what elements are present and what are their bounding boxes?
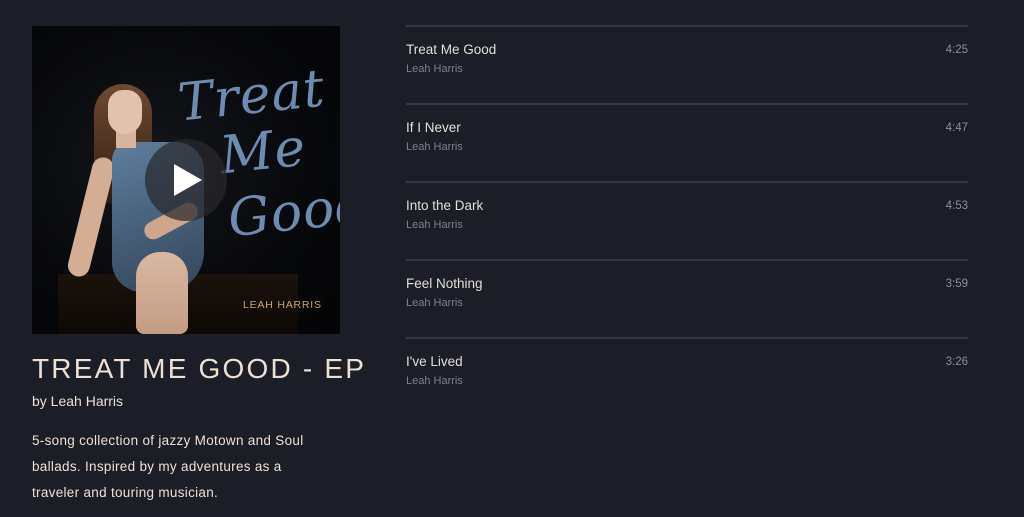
track-title: Feel Nothing: [406, 276, 483, 291]
cover-title-script: Me: [217, 117, 309, 187]
track-row[interactable]: Treat Me Good Leah Harris 4:25: [406, 25, 968, 103]
album-artist-byline: by Leah Harris: [32, 393, 124, 409]
track-duration: 4:47: [945, 122, 968, 134]
music-page: Treat Me Good LEAH HARRIS TREAT ME GOOD …: [0, 0, 1024, 517]
track-duration: 4:53: [945, 200, 968, 212]
track-duration: 4:25: [945, 44, 968, 56]
play-button[interactable]: [145, 139, 227, 221]
track-artist: Leah Harris: [406, 297, 463, 309]
track-row[interactable]: Feel Nothing Leah Harris 3:59: [406, 259, 968, 337]
track-duration: 3:26: [945, 356, 968, 368]
cover-figure-legs: [136, 252, 188, 334]
track-row[interactable]: Into the Dark Leah Harris 4:53: [406, 181, 968, 259]
album-description: 5-song collection of jazzy Motown and So…: [32, 433, 304, 500]
album-title: TREAT ME GOOD - EP: [32, 353, 367, 384]
track-title: Treat Me Good: [406, 42, 497, 57]
cover-artist-name: LEAH HARRIS: [243, 299, 322, 311]
cover-title-script: Good: [225, 174, 340, 250]
track-title: If I Never: [406, 120, 461, 135]
track-artist: Leah Harris: [406, 141, 463, 153]
album-panel: Treat Me Good LEAH HARRIS TREAT ME GOOD …: [32, 26, 367, 506]
tracklist: Treat Me Good Leah Harris 4:25 If I Neve…: [406, 25, 968, 415]
track-row[interactable]: I've Lived Leah Harris 3:26: [406, 337, 968, 415]
track-artist: Leah Harris: [406, 375, 463, 387]
track-artist: Leah Harris: [406, 219, 463, 231]
cover-figure-face: [108, 90, 142, 134]
track-artist: Leah Harris: [406, 63, 463, 75]
play-icon: [174, 164, 202, 196]
album-cover[interactable]: Treat Me Good LEAH HARRIS: [32, 26, 340, 334]
track-title: I've Lived: [406, 354, 463, 369]
track-duration: 3:59: [945, 278, 968, 290]
track-row[interactable]: If I Never Leah Harris 4:47: [406, 103, 968, 181]
track-title: Into the Dark: [406, 198, 484, 213]
cover-figure-arm: [65, 155, 117, 279]
